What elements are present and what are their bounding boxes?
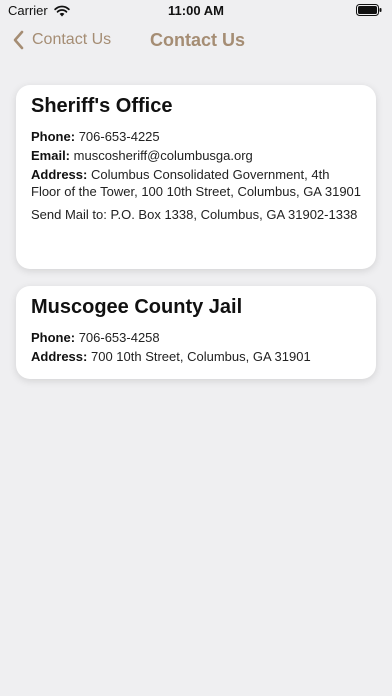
status-bar: Carrier 11:00 AM (0, 0, 392, 20)
email-label: Email: (31, 148, 71, 163)
page-title: Contact Us (150, 30, 246, 50)
sheriff-office-card: Sheriff's Office Phone: 706-653-4225 Ema… (16, 85, 376, 269)
phone-label: Phone: (31, 330, 76, 345)
email-row: Email: muscosheriff@columbusga.org (31, 147, 361, 164)
phone-label: Phone: (31, 129, 76, 144)
back-button[interactable]: Contact Us (12, 30, 111, 50)
address-label: Address: (31, 349, 88, 364)
back-button-label: Contact Us (32, 31, 112, 48)
phone-value[interactable]: 706-653-4225 (79, 129, 160, 144)
county-jail-card: Muscogee County Jail Phone: 706-653-4258… (16, 286, 376, 379)
phone-value[interactable]: 706-653-4258 (79, 330, 160, 345)
address-row: Address: Columbus Consolidated Governmen… (31, 166, 361, 200)
address-row: Address: 700 10th Street, Columbus, GA 3… (31, 348, 361, 365)
phone-row: Phone: 706-653-4225 (31, 128, 361, 145)
chevron-left-icon (13, 30, 24, 50)
navigation-bar: Contact Us Contact Us (0, 24, 392, 58)
card-title: Sheriff's Office (31, 95, 173, 117)
status-time: 11:00 AM (168, 3, 224, 18)
phone-row: Phone: 706-653-4258 (31, 329, 361, 346)
mail-row: Send Mail to: P.O. Box 1338, Columbus, G… (31, 207, 358, 222)
card-title: Muscogee County Jail (31, 296, 243, 318)
address-value[interactable]: 700 10th Street, Columbus, GA 31901 (91, 349, 311, 364)
address-label: Address: (31, 167, 88, 182)
battery-icon (356, 4, 382, 16)
email-value[interactable]: muscosheriff@columbusga.org (74, 148, 253, 163)
